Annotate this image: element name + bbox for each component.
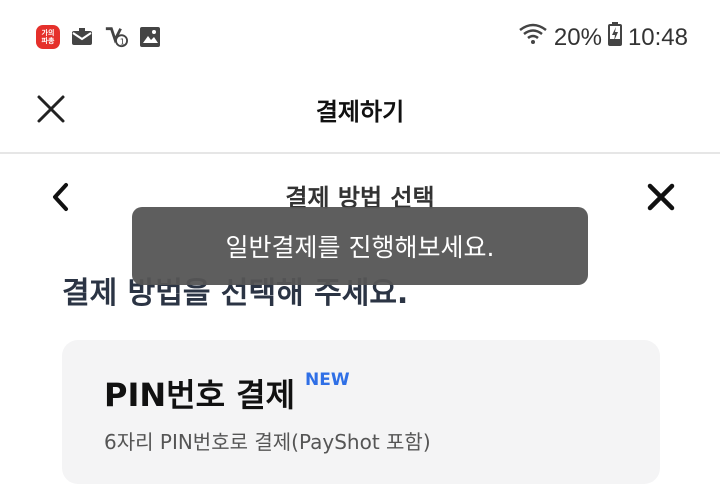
svg-text:1: 1 xyxy=(120,36,125,46)
clock: 10:48 xyxy=(627,23,688,51)
payment-option-title-row: PIN번호 결제 NEW xyxy=(104,370,350,416)
status-bar: 가의 파총 1 20% 10:48 xyxy=(0,0,720,74)
app-badge-icon: 가의 파총 xyxy=(36,25,60,49)
payment-option-pin[interactable]: PIN번호 결제 NEW 6자리 PIN번호로 결제(PayShot 포함) xyxy=(62,340,660,484)
battery-charging-icon xyxy=(607,22,622,53)
payment-option-subtitle: 6자리 PIN번호로 결제(PayShot 포함) xyxy=(104,430,431,454)
payment-option-title: PIN번호 결제 xyxy=(104,376,296,414)
top-bar: 결제하기 xyxy=(0,74,720,154)
status-right: 20% 10:48 xyxy=(518,22,688,53)
notification-icons: 가의 파총 1 xyxy=(36,25,162,49)
image-icon xyxy=(138,25,162,49)
mail-icon xyxy=(70,25,94,49)
close-icon[interactable] xyxy=(646,182,676,212)
wifi-icon xyxy=(518,22,548,53)
new-badge: NEW xyxy=(305,370,350,390)
toast-message: 일반결제를 진행해보세요. xyxy=(132,207,588,285)
call-missed-icon: 1 xyxy=(104,25,128,49)
page-title: 결제하기 xyxy=(315,98,405,126)
battery-percent: 20% xyxy=(553,23,602,51)
